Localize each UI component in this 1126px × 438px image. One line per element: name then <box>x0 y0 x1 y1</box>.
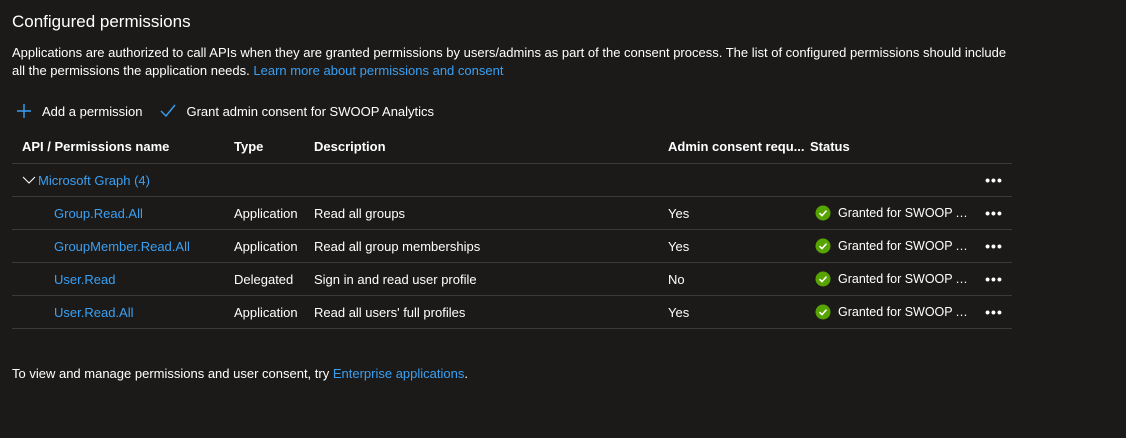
type-cell: Delegated <box>234 271 294 287</box>
group-more-button[interactable]: ••• <box>982 164 1006 196</box>
grant-admin-consent-button[interactable]: Grant admin consent for SWOOP Analytics <box>158 101 434 121</box>
column-header-type[interactable]: Type <box>234 130 312 163</box>
admin-consent-cell: Yes <box>668 205 690 221</box>
permission-link[interactable]: Group.Read.All <box>54 206 143 221</box>
description-text: Applications are authorized to call APIs… <box>12 45 1007 78</box>
admin-consent-cell: Yes <box>668 304 690 320</box>
chevron-down-icon <box>22 176 36 184</box>
column-header-name[interactable]: API / Permissions name <box>22 130 227 163</box>
status-text: Granted for SWOOP An... <box>838 206 974 220</box>
plus-icon <box>14 101 34 121</box>
status-text: Granted for SWOOP An... <box>838 272 974 286</box>
status-text: Granted for SWOOP An... <box>838 305 974 319</box>
table-row: User.Read.All Application Read all users… <box>12 296 1012 329</box>
status-cell: Granted for SWOOP An... <box>810 230 980 262</box>
enterprise-applications-link[interactable]: Enterprise applications <box>333 366 465 381</box>
status-cell: Granted for SWOOP An... <box>810 263 980 295</box>
more-icon: ••• <box>985 205 1003 221</box>
configured-permissions-page: Configured permissions Applications are … <box>0 0 1126 438</box>
type-cell: Application <box>234 304 298 320</box>
group-cell: Microsoft Graph (4) <box>22 164 227 196</box>
status-text: Granted for SWOOP An... <box>838 239 974 253</box>
admin-consent-cell: No <box>668 271 685 287</box>
table-row: User.Read Delegated Sign in and read use… <box>12 263 1012 296</box>
group-row-microsoft-graph: Microsoft Graph (4) ••• <box>12 164 1012 197</box>
group-link-microsoft-graph[interactable]: Microsoft Graph (4) <box>38 173 150 188</box>
section-description: Applications are authorized to call APIs… <box>12 44 1012 80</box>
success-check-icon <box>815 238 831 254</box>
type-cell: Application <box>234 238 298 254</box>
page-title: Configured permissions <box>12 12 191 31</box>
success-check-icon <box>815 304 831 320</box>
description-cell: Read all group memberships <box>314 238 481 254</box>
permission-link[interactable]: GroupMember.Read.All <box>54 239 190 254</box>
description-cell: Sign in and read user profile <box>314 271 477 287</box>
column-header-admin-consent[interactable]: Admin consent requ... <box>668 130 808 163</box>
success-check-icon <box>815 271 831 287</box>
table-header-row: API / Permissions name Type Description … <box>12 130 1012 164</box>
more-icon: ••• <box>985 271 1003 287</box>
row-more-button[interactable]: ••• <box>982 296 1006 328</box>
add-permission-button[interactable]: Add a permission <box>14 101 142 121</box>
learn-more-link[interactable]: Learn more about permissions and consent <box>253 63 503 78</box>
description-cell: Read all users' full profiles <box>314 304 466 320</box>
type-cell: Application <box>234 205 298 221</box>
permissions-toolbar: Add a permission Grant admin consent for… <box>14 100 450 122</box>
row-more-button[interactable]: ••• <box>982 197 1006 229</box>
status-cell: Granted for SWOOP An... <box>810 296 980 328</box>
group-toggle[interactable]: Microsoft Graph (4) <box>22 173 150 188</box>
column-header-description[interactable]: Description <box>314 130 664 163</box>
footer-note: To view and manage permissions and user … <box>12 366 468 381</box>
row-more-button[interactable]: ••• <box>982 230 1006 262</box>
row-more-button[interactable]: ••• <box>982 263 1006 295</box>
more-icon: ••• <box>985 238 1003 254</box>
checkmark-icon <box>158 101 178 121</box>
grant-admin-consent-label: Grant admin consent for SWOOP Analytics <box>186 103 435 119</box>
footer-text: To view and manage permissions and user … <box>12 366 333 381</box>
column-header-status[interactable]: Status <box>810 130 980 163</box>
more-icon: ••• <box>985 172 1003 188</box>
table-row: Group.Read.All Application Read all grou… <box>12 197 1012 230</box>
admin-consent-cell: Yes <box>668 238 690 254</box>
permission-link[interactable]: User.Read <box>54 272 115 287</box>
add-permission-label: Add a permission <box>42 103 143 119</box>
status-cell: Granted for SWOOP An... <box>810 197 980 229</box>
permission-link[interactable]: User.Read.All <box>54 305 133 320</box>
success-check-icon <box>815 205 831 221</box>
permissions-table: API / Permissions name Type Description … <box>12 130 1012 329</box>
more-icon: ••• <box>985 304 1003 320</box>
description-cell: Read all groups <box>314 205 406 221</box>
footer-suffix: . <box>464 366 468 381</box>
table-row: GroupMember.Read.All Application Read al… <box>12 230 1012 263</box>
